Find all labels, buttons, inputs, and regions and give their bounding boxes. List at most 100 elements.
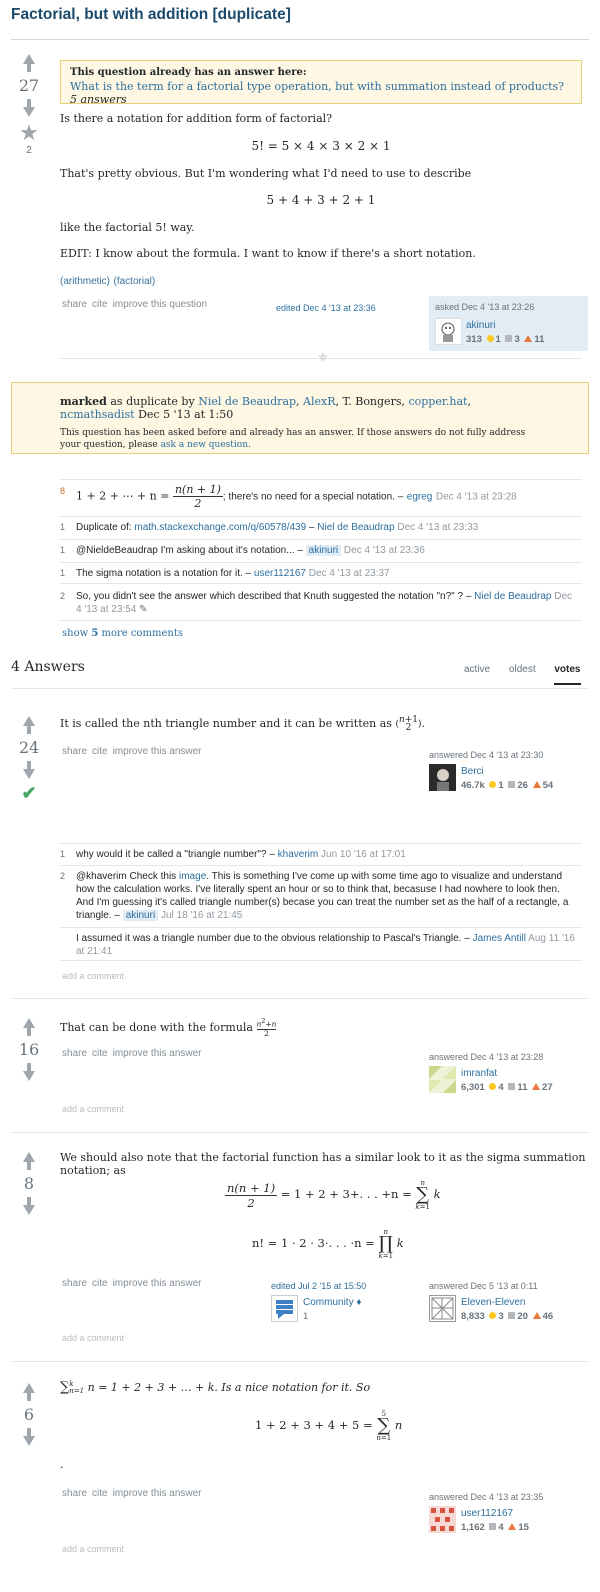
avatar[interactable] [271,1295,298,1322]
tab-votes[interactable]: votes [554,664,581,685]
edited-link[interactable]: edited Jul 2 '15 at 15:50 [271,1281,411,1291]
tab-active[interactable]: active [464,664,490,675]
dup-date: Dec 5 '13 at 1:50 [138,408,234,421]
answer-divider [11,1361,589,1362]
add-comment-link[interactable]: add a comment [62,1333,124,1343]
add-comment-link[interactable]: add a comment [62,971,124,981]
accepted-check-icon: ✔ [21,783,37,804]
editor-name[interactable]: Community ♦ [303,1297,361,1308]
dup-user-3: T. Bongers [342,395,402,408]
notice-answers: 5 answers [70,93,127,106]
asker-name[interactable]: akinuri [466,320,495,331]
comment-user[interactable]: Niel de Beaudrap [474,591,551,602]
add-comment-link[interactable]: add a comment [62,1104,124,1114]
tag-arithmetic[interactable]: (arithmetic) [60,276,110,287]
answer-math-1: 1 + 2 + 3 + 4 + 5 = 5 ∑ n=1 n [255,1410,403,1442]
avatar[interactable] [429,1066,456,1093]
comment-link[interactable]: math.stackexchange.com/q/60578/439 [134,522,306,533]
avatar[interactable] [435,318,462,345]
answer-vote-cell: 24 ✔ [9,716,49,804]
avatar[interactable] [429,1506,456,1533]
cite-link[interactable]: cite [92,746,108,757]
answer-body: That can be done with the formula n2+n 2 [60,1018,277,1038]
show-more-comments[interactable]: show 5 more comments [62,628,183,639]
favorite-star-icon[interactable]: ★ [9,123,49,145]
dup-user-5[interactable]: ncmathsadist [60,408,135,421]
avatar[interactable] [429,1295,456,1322]
upvote-icon[interactable] [22,716,36,734]
answer-vote-cell: 16 [9,1018,49,1081]
upvote-icon[interactable] [22,54,36,72]
improve-link[interactable]: improve this answer [113,1488,202,1499]
comment-user[interactable]: khaverim [278,849,319,860]
fleur-icon: ⚜ [317,351,329,366]
question-edited[interactable]: edited Dec 4 '13 at 23:36 [276,303,376,313]
editor-card: edited Jul 2 '15 at 15:50 Community ♦ 1 [271,1281,411,1331]
asked-time: asked Dec 4 '13 at 23:26 [435,302,535,312]
improve-link[interactable]: improve this answer [113,746,202,757]
cite-link[interactable]: cite [92,1278,108,1289]
answer-period: . [60,1458,64,1471]
cite-link[interactable]: cite [92,299,108,310]
comment-user[interactable]: Niel de Beaudrap [317,522,394,533]
answer-vote-cell: 6 [9,1383,49,1446]
answer-menu: share cite improve this answer [62,746,207,757]
downvote-icon[interactable] [22,761,36,779]
answerer-card: answered Dec 4 '13 at 23:35 user112167 1… [429,1492,544,1533]
answer-math-1: n(n + 1) 2 = 1 + 2 + 3+. . . +n = n ∑ k=1 k [225,1179,441,1211]
marked-label: marked [60,395,107,408]
cite-link[interactable]: cite [92,1488,108,1499]
downvote-icon[interactable] [22,99,36,117]
share-link[interactable]: share [62,299,87,310]
notice-link[interactable]: What is the term for a factorial type op… [70,80,564,93]
comment-user[interactable]: akinuri [305,545,342,556]
downvote-icon[interactable] [22,1063,36,1081]
tab-oldest[interactable]: oldest [509,664,536,675]
tag-factorial[interactable]: (factorial) [114,276,156,287]
answer-menu: share cite improve this answer [62,1488,207,1499]
avatar[interactable] [429,764,456,791]
pencil-icon[interactable]: ✎ [139,604,147,615]
question-body-1: Is there a notation for addition form of… [60,112,333,125]
improve-link[interactable]: improve this answer [113,1278,202,1289]
answerer-name[interactable]: imranfat [461,1068,497,1079]
cite-link[interactable]: cite [92,1048,108,1059]
upvote-icon[interactable] [22,1152,36,1170]
upvote-icon[interactable] [22,1018,36,1036]
comment-link[interactable]: image [179,871,206,882]
answerer-name[interactable]: Eleven-Eleven [461,1297,525,1308]
question-math-1: 5! = 5 × 4 × 3 × 2 × 1 [251,139,391,153]
share-link[interactable]: share [62,1048,87,1059]
dup-user-2[interactable]: AlexR [303,395,335,408]
vote-count: 27 [18,76,40,95]
answer-menu: share cite improve this answer [62,1278,207,1289]
dup-user-1[interactable]: Niel de Beaudrap [198,395,296,408]
page-title[interactable]: Factorial, but with addition [duplicate] [11,6,291,24]
tag-list: (arithmetic) (factorial) [60,274,155,287]
answer-body: We should also note that the factorial f… [60,1151,586,1177]
comment: 8 1 + 2 + ⋯ + n = n(n + 1) 2; there's no … [60,479,582,516]
improve-link[interactable]: improve this answer [113,1048,202,1059]
comment-user[interactable]: egreg [407,492,433,503]
improve-link[interactable]: improve this question [113,299,208,310]
question-body-4: EDIT: I know about the formula. I want t… [60,247,476,260]
add-comment-link[interactable]: add a comment [62,1544,124,1554]
comment-user[interactable]: akinuri [122,910,159,921]
dup-user-4[interactable]: copper.hat [408,395,467,408]
comment: I assumed it was a triangle number due t… [60,927,582,961]
comment-user[interactable]: James Antill [473,933,526,944]
downvote-icon[interactable] [22,1197,36,1215]
share-link[interactable]: share [62,1278,87,1289]
answerer-card: answered Dec 4 '13 at 23:28 imranfat 6,3… [429,1052,553,1093]
share-link[interactable]: share [62,1488,87,1499]
upvote-icon[interactable] [22,1383,36,1401]
comment-user[interactable]: user112167 [254,568,306,579]
share-link[interactable]: share [62,746,87,757]
downvote-icon[interactable] [22,1428,36,1446]
comment: 1 Duplicate of: math.stackexchange.com/q… [60,516,582,539]
answerer-name[interactable]: Berci [461,766,484,777]
answers-count: 4 Answers [11,659,85,675]
vote-count: 8 [23,1174,35,1193]
answerer-name[interactable]: user112167 [461,1508,513,1519]
ask-new-question-link[interactable]: ask a new question. [161,440,251,450]
